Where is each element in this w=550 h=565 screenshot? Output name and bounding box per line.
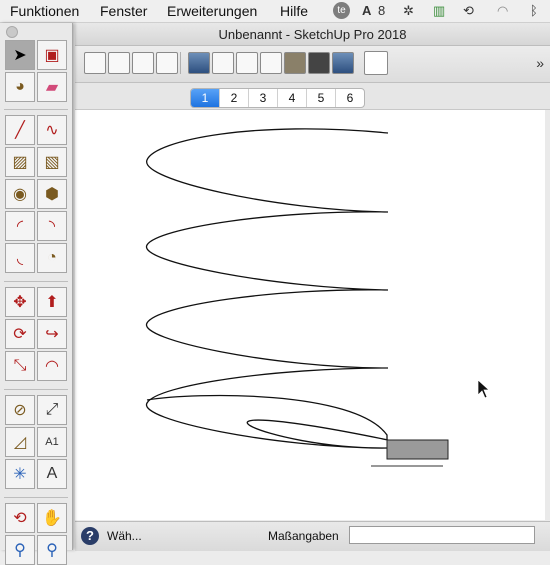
model-drawing [146, 128, 490, 467]
circle-tool-icon[interactable]: ◉ [5, 179, 35, 209]
style-hidden-line-icon[interactable] [236, 52, 258, 74]
move-tool-icon[interactable]: ✥ [5, 287, 35, 317]
window-title: Unbenannt - SketchUp Pro 2018 [218, 27, 407, 42]
scene-tab-6[interactable]: 6 [336, 89, 364, 107]
scene-tabs: 1 2 3 4 5 6 [190, 88, 365, 108]
menu-hilfe[interactable]: Hilfe [280, 3, 308, 19]
scene-tab-4[interactable]: 4 [278, 89, 307, 107]
three-point-arc-icon[interactable]: ◟ [5, 243, 35, 273]
view-top-icon[interactable] [108, 52, 130, 74]
view-home-icon[interactable] [156, 52, 178, 74]
model-viewport[interactable] [75, 110, 545, 520]
te-icon[interactable]: te [333, 2, 350, 19]
3d-text-icon[interactable]: A [37, 459, 67, 489]
polygon-tool-icon[interactable]: ⬢ [37, 179, 67, 209]
bluetooth-icon[interactable]: ᛒ [530, 3, 538, 18]
helix-spiral-curve [146, 128, 389, 449]
menu-funktionen[interactable]: Funktionen [10, 3, 79, 19]
style-monochrome-icon[interactable] [308, 52, 330, 74]
style-backedges-icon[interactable] [332, 52, 354, 74]
make-component-icon[interactable]: ▣ [37, 40, 67, 70]
toolbar-divider [180, 52, 181, 74]
scene-tab-5[interactable]: 5 [307, 89, 336, 107]
palette-close-button[interactable] [6, 26, 18, 38]
window-titlebar: Unbenannt - SketchUp Pro 2018 [75, 23, 550, 46]
mouse-cursor-icon [477, 379, 490, 399]
zoom-window-icon[interactable]: ⚲ [37, 535, 67, 565]
zoom-tool-icon[interactable]: ⚲ [5, 535, 35, 565]
scene-tab-3[interactable]: 3 [249, 89, 278, 107]
dimension-tool-icon[interactable]: ⤢ [37, 395, 67, 425]
scene-tab-2[interactable]: 2 [220, 89, 249, 107]
palette-divider [4, 109, 68, 110]
follow-me-icon[interactable]: ↪ [37, 319, 67, 349]
text-tool-icon[interactable]: A1 [37, 427, 67, 457]
menu-fenster[interactable]: Fenster [100, 3, 147, 19]
style-xray-icon[interactable] [188, 52, 210, 74]
adobe-icon[interactable]: A [362, 3, 371, 18]
battery-meter-icon[interactable]: ▥ [433, 3, 445, 19]
style-textured-icon[interactable] [284, 52, 306, 74]
scene-tab-bar: 1 2 3 4 5 6 [75, 83, 550, 110]
style-shaded-icon[interactable] [260, 52, 282, 74]
style-wireframe-icon[interactable] [212, 52, 234, 74]
adobe-count: 8 [378, 3, 386, 18]
palette-divider [4, 389, 68, 390]
rotate-tool-icon[interactable]: ⟳ [5, 319, 35, 349]
view-iso-icon[interactable] [84, 52, 106, 74]
tool-palette: ➤ ▣ ◕ ▰ ╱ ∿ ▨ ▧ ◉ ⬢ ◜ ◝ ◟ ◔ ✥ ⬆ ⟳ ↪ ⤡ ◠ … [0, 23, 73, 565]
menu-bar: Funktionen Fenster Erweiterungen Hilfe t… [0, 0, 550, 23]
scene-tab-1[interactable]: 1 [191, 89, 220, 107]
two-point-arc-icon[interactable]: ◝ [37, 211, 67, 241]
pie-tool-icon[interactable]: ◔ [37, 243, 67, 273]
palette-divider [4, 281, 68, 282]
protractor-icon[interactable]: ◿ [5, 427, 35, 457]
rotated-rectangle-icon[interactable]: ▧ [37, 147, 67, 177]
time-machine-icon[interactable]: ⟲ [463, 3, 474, 19]
arc-tool-icon[interactable]: ◜ [5, 211, 35, 241]
push-pull-icon[interactable]: ⬆ [37, 287, 67, 317]
freehand-tool-icon[interactable]: ∿ [37, 115, 67, 145]
tape-measure-icon[interactable]: ⊘ [5, 395, 35, 425]
measurements-input[interactable] [349, 526, 535, 544]
menu-erweiterungen[interactable]: Erweiterungen [167, 3, 257, 19]
main-toolbar: » [75, 46, 550, 83]
pan-tool-icon[interactable]: ✋ [37, 503, 67, 533]
shadows-toggle-icon[interactable] [364, 51, 388, 75]
status-text: Wäh... [107, 529, 142, 543]
toolbar-overflow-button[interactable]: » [536, 55, 544, 71]
line-tool-icon[interactable]: ╱ [5, 115, 35, 145]
offset-tool-icon[interactable]: ◠ [37, 351, 67, 381]
measurements-label: Maßangaben [268, 529, 339, 543]
status-bar: ? Wäh... Maßangaben [75, 521, 550, 551]
wifi-icon[interactable]: ◠ [497, 3, 508, 19]
canvas-edge-strip [545, 110, 550, 520]
scale-tool-icon[interactable]: ⤡ [5, 351, 35, 381]
orbit-tool-icon[interactable]: ⟲ [5, 503, 35, 533]
help-icon[interactable]: ? [81, 527, 99, 545]
palette-divider [4, 497, 68, 498]
select-tool-icon[interactable]: ➤ [5, 40, 35, 70]
axes-tool-icon[interactable]: ✳ [5, 459, 35, 489]
eraser-icon[interactable]: ▰ [37, 72, 67, 102]
rectangle-tool-icon[interactable]: ▨ [5, 147, 35, 177]
view-front-icon[interactable] [132, 52, 154, 74]
paint-bucket-icon[interactable]: ◕ [5, 72, 35, 102]
virus-shield-icon[interactable]: ✲ [403, 3, 414, 19]
base-box [386, 439, 449, 460]
